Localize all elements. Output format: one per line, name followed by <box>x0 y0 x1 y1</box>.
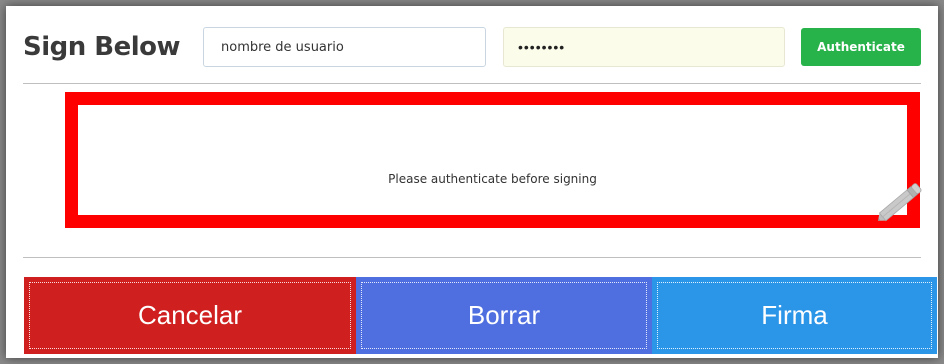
cancel-button[interactable]: Cancelar <box>24 277 356 354</box>
username-input[interactable] <box>203 27 486 67</box>
clear-button-label: Borrar <box>467 300 541 330</box>
clear-button[interactable]: Borrar <box>356 277 652 354</box>
signature-dialog: Sign Below Authenticate Please authentic… <box>6 6 938 358</box>
page-title: Sign Below <box>23 32 181 62</box>
top-divider <box>23 83 921 84</box>
sign-button[interactable]: Firma <box>652 277 937 354</box>
sign-button-label: Firma <box>761 300 828 330</box>
cancel-button-label: Cancelar <box>137 300 243 330</box>
action-buttons: Cancelar Borrar Firma <box>24 277 937 354</box>
authenticate-button[interactable]: Authenticate <box>801 28 921 66</box>
password-input[interactable] <box>503 27 785 67</box>
signature-pad[interactable]: Please authenticate before signing <box>65 92 922 228</box>
signature-pad-message: Please authenticate before signing <box>388 172 597 186</box>
bottom-divider <box>23 257 921 258</box>
pencil-icon <box>878 183 922 222</box>
